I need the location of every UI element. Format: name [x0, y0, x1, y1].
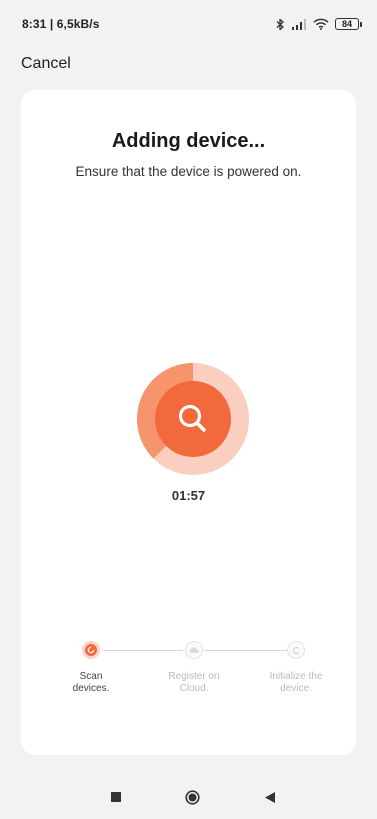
system-navigation-bar	[0, 772, 377, 819]
status-bar: 8:31 | 6,5kB/s 84	[0, 0, 377, 48]
scanning-animation	[137, 363, 249, 475]
cancel-button[interactable]: Cancel	[21, 55, 71, 73]
home-icon[interactable]	[185, 790, 200, 805]
progress-steps: Scan devices. Register on Cloud. Initial…	[21, 636, 356, 706]
recent-apps-icon[interactable]	[111, 792, 121, 802]
step-register-label: Register on Cloud.	[168, 671, 220, 694]
battery-icon: 84	[335, 18, 362, 30]
phone-screen: 8:31 | 6,5kB/s 84 Cancel Adding device..…	[0, 0, 377, 819]
bluetooth-icon	[276, 18, 284, 30]
signal-icon	[292, 19, 306, 30]
scan-inner-circle	[155, 381, 231, 457]
step-connector	[204, 650, 288, 651]
back-icon[interactable]	[265, 792, 275, 803]
page-title: Adding device...	[111, 130, 266, 152]
status-icons: 84	[276, 18, 362, 31]
step-initialize-indicator	[287, 641, 305, 659]
step-initialize-label: Initialize the device.	[269, 671, 323, 694]
step-register-indicator	[185, 641, 203, 659]
initialize-icon	[292, 646, 299, 654]
countdown-timer: 01:57	[171, 488, 206, 503]
adding-device-card: Adding device... Ensure that the device …	[21, 90, 356, 755]
status-time-speed: 8:31 | 6,5kB/s	[22, 17, 100, 31]
instruction-text: Ensure that the device is powered on.	[75, 164, 302, 179]
step-scan-label: Scan devices.	[72, 671, 110, 694]
wifi-icon	[313, 18, 329, 30]
battery-level: 84	[341, 19, 352, 29]
scan-icon	[85, 644, 97, 656]
cloud-icon	[189, 647, 199, 654]
step-connector	[103, 650, 183, 651]
step-scan-indicator	[82, 641, 100, 659]
